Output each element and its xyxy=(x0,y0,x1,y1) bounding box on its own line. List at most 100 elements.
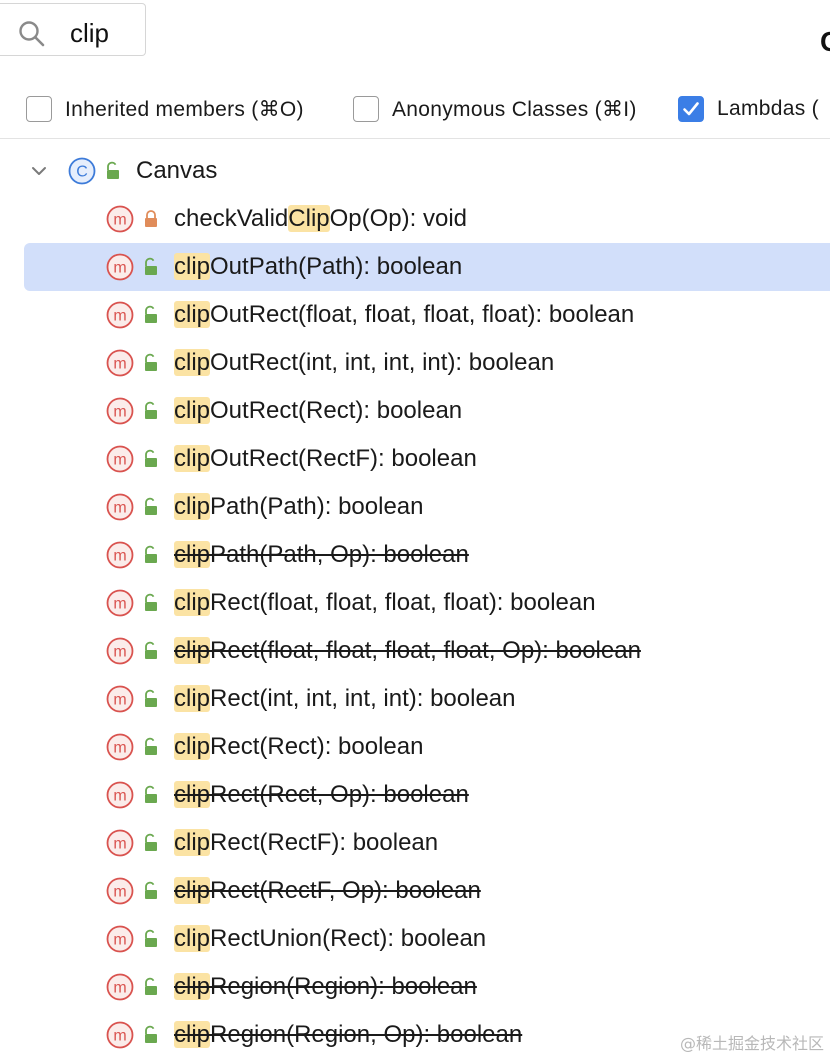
watermark: @稀土掘金技术社区 xyxy=(679,1034,824,1053)
member-signature: clipRegion(Region): boolean xyxy=(174,966,477,1008)
member-signature: clipOutRect(RectF): boolean xyxy=(174,438,477,480)
search-match-highlight: clip xyxy=(174,1021,211,1048)
member-signature: clipOutRect(Rect): boolean xyxy=(174,390,462,432)
method-icon: m xyxy=(106,493,134,521)
search-match-highlight: clip xyxy=(174,877,211,904)
anonymous-classes-checkbox[interactable] xyxy=(353,96,379,122)
public-lock-icon xyxy=(145,737,157,755)
search-icon xyxy=(19,21,45,47)
method-icon: m xyxy=(106,637,134,665)
search-match-highlight: clip xyxy=(174,493,211,520)
tree-class-row[interactable]: C Canvas xyxy=(0,147,830,195)
search-match-highlight: clip xyxy=(174,445,211,472)
filter-anonymous-classes[interactable]: Anonymous Classes (⌘I) xyxy=(353,94,637,124)
svg-text:m: m xyxy=(113,1028,126,1045)
search-match-highlight: clip xyxy=(174,733,211,760)
svg-text:m: m xyxy=(113,644,126,661)
search-match-highlight: clip xyxy=(174,781,211,808)
public-lock-icon xyxy=(145,257,157,275)
svg-text:m: m xyxy=(113,548,126,565)
signature-rest: Region(Region): boolean xyxy=(210,973,477,1000)
search-match-highlight: clip xyxy=(174,541,211,568)
public-lock-icon xyxy=(145,449,157,467)
public-lock-icon xyxy=(145,785,157,803)
member-row[interactable]: m clipRect(Rect): boolean xyxy=(0,723,830,771)
signature-rest: RectUnion(Rect): boolean xyxy=(210,925,487,952)
member-row[interactable]: m clipOutRect(RectF): boolean xyxy=(0,435,830,483)
public-lock-icon xyxy=(145,977,157,995)
member-row[interactable]: m clipOutPath(Path): boolean xyxy=(0,243,830,291)
member-signature: clipRectUnion(Rect): boolean xyxy=(174,918,486,960)
svg-text:m: m xyxy=(113,212,126,229)
search-match-highlight: clip xyxy=(174,973,211,1000)
member-row[interactable]: m clipOutRect(int, int, int, int): boolea… xyxy=(0,339,830,387)
public-lock-icon xyxy=(145,305,157,323)
method-icon: m xyxy=(106,349,134,377)
member-row[interactable]: m clipRect(RectF): boolean xyxy=(0,819,830,867)
filter-inherited-members[interactable]: Inherited members (⌘O) xyxy=(26,94,304,124)
search-match-highlight: clip xyxy=(174,829,211,856)
method-icon: m xyxy=(106,973,134,1001)
svg-text:m: m xyxy=(113,692,126,709)
member-signature: clipOutRect(int, int, int, int): boolean xyxy=(174,342,554,384)
member-row[interactable]: m clipRect(Rect, Op): boolean xyxy=(0,771,830,819)
member-row[interactable]: m clipOutRect(Rect): boolean xyxy=(0,387,830,435)
member-row[interactable]: m clipPath(Path, Op): boolean xyxy=(0,531,830,579)
search-match-highlight: clip xyxy=(174,253,211,280)
member-row[interactable]: m clipOutRect(float, float, float, float)… xyxy=(0,291,830,339)
filter-lambdas[interactable]: Lambdas ( xyxy=(678,94,819,124)
search-query[interactable]: clip xyxy=(70,18,109,49)
member-signature: clipRegion(Region, Op): boolean xyxy=(174,1014,522,1056)
search-box[interactable]: clip xyxy=(0,3,146,56)
svg-text:m: m xyxy=(113,404,126,421)
signature-rest: Rect(RectF, Op): boolean xyxy=(210,877,481,904)
method-icon: m xyxy=(106,781,134,809)
method-icon: m xyxy=(106,253,134,281)
inherited-members-label: Inherited members (⌘O) xyxy=(65,97,304,121)
chevron-down-icon[interactable] xyxy=(29,161,49,181)
signature-rest: Path(Path): boolean xyxy=(210,493,424,520)
member-row[interactable]: m clipRect(float, float, float, float): b… xyxy=(0,579,830,627)
member-row[interactable]: m clipRect(RectF, Op): boolean xyxy=(0,867,830,915)
svg-text:m: m xyxy=(113,308,126,325)
member-row[interactable]: m clipRect(int, int, int, int): boolean xyxy=(0,675,830,723)
signature-prefix: checkValid xyxy=(174,205,289,232)
method-icon: m xyxy=(106,1021,134,1049)
signature-rest: Path(Path, Op): boolean xyxy=(210,541,469,568)
svg-text:m: m xyxy=(113,980,126,997)
public-lock-icon xyxy=(145,593,157,611)
member-row[interactable]: m clipRectUnion(Rect): boolean xyxy=(0,915,830,963)
filter-bar: Inherited members (⌘O) Anonymous Classes… xyxy=(0,86,830,132)
member-row[interactable]: m clipRegion(Region): boolean xyxy=(0,963,830,1011)
public-lock-icon xyxy=(145,881,157,899)
search-match-highlight: clip xyxy=(174,925,211,952)
method-icon: m xyxy=(106,205,134,233)
method-icon: m xyxy=(106,541,134,569)
public-lock-icon xyxy=(145,689,157,707)
svg-text:C: C xyxy=(76,164,88,181)
signature-rest: OutRect(int, int, int, int): boolean xyxy=(210,349,555,376)
member-row[interactable]: m clipPath(Path): boolean xyxy=(0,483,830,531)
header-title-fragment: C xyxy=(820,26,830,58)
search-match-highlight: Clip xyxy=(288,205,330,232)
public-lock-icon xyxy=(145,1025,157,1043)
signature-rest: Rect(Rect, Op): boolean xyxy=(210,781,469,808)
lambdas-checkbox[interactable] xyxy=(678,96,704,122)
svg-text:m: m xyxy=(113,596,126,613)
signature-rest: OutPath(Path): boolean xyxy=(210,253,463,280)
search-match-highlight: clip xyxy=(174,301,211,328)
class-name: Canvas xyxy=(136,157,218,184)
filter-divider xyxy=(0,138,830,139)
member-signature: clipRect(int, int, int, int): boolean xyxy=(174,678,516,720)
public-lock-icon xyxy=(145,353,157,371)
member-row[interactable]: m clipRect(float, float, float, float, Op… xyxy=(0,627,830,675)
method-icon: m xyxy=(106,589,134,617)
member-signature: clipRect(RectF, Op): boolean xyxy=(174,870,481,912)
signature-rest: Rect(int, int, int, int): boolean xyxy=(210,685,516,712)
inherited-members-checkbox[interactable] xyxy=(26,96,52,122)
public-lock-icon xyxy=(145,497,157,515)
member-signature: clipRect(RectF): boolean xyxy=(174,822,438,864)
member-row[interactable]: m checkValidClipOp(Op): void xyxy=(0,195,830,243)
public-lock-icon xyxy=(107,161,119,179)
svg-text:m: m xyxy=(113,932,126,949)
